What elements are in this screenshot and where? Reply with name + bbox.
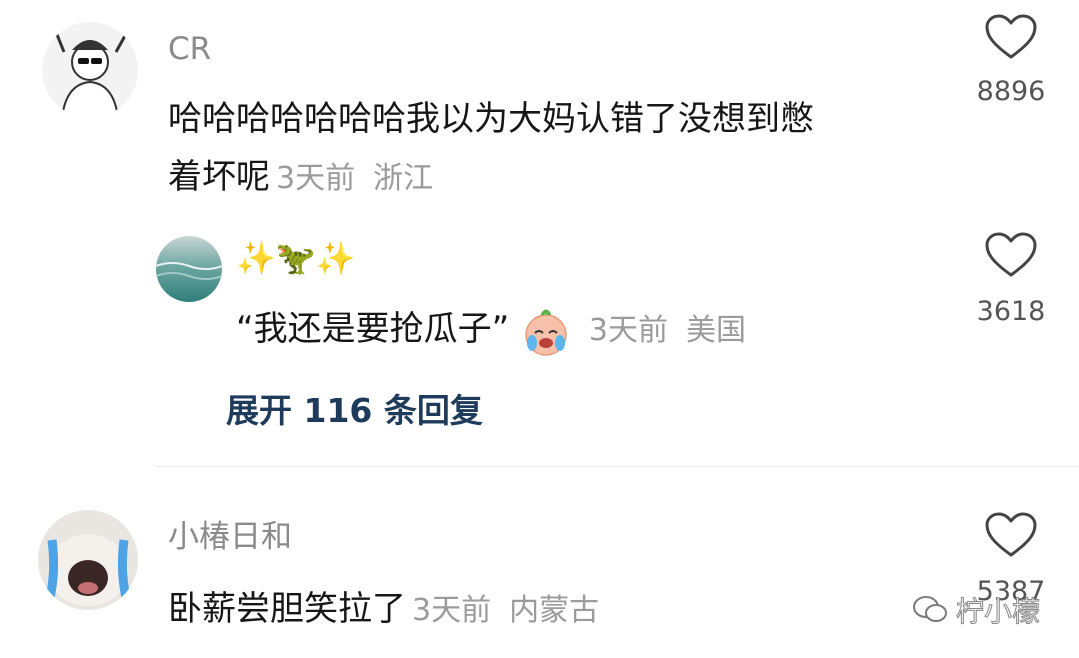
user-avatar[interactable] — [42, 22, 138, 118]
comment-item: CR 哈哈哈哈哈哈哈我以为大妈认错了没想到憋 着坏呢 3天前 浙江 8896 — [0, 0, 1079, 230]
heart-icon — [985, 14, 1037, 59]
reply-like-button[interactable]: 3618 — [966, 232, 1056, 332]
reply-username[interactable]: ✨🦖✨ — [236, 242, 356, 274]
reply-avatar[interactable] — [156, 236, 222, 302]
comment-text-row: 卧薪尝胆笑拉了 3天前 内蒙古 — [168, 580, 599, 640]
watermark: 柠小檬 — [912, 590, 1041, 630]
user-avatar[interactable] — [38, 510, 138, 610]
username[interactable]: 小椿日和 — [168, 522, 292, 553]
crying-face-emoji-icon — [520, 305, 572, 357]
wechat-icon — [912, 595, 948, 625]
watermark-text: 柠小檬 — [955, 595, 1041, 629]
like-button[interactable]: 8896 — [966, 14, 1056, 114]
reply-item: ✨🦖✨ “我还是要抢瓜子” 3天前 美国 3618 — [0, 230, 1079, 356]
like-count: 3618 — [976, 296, 1046, 327]
heart-icon — [985, 512, 1037, 557]
reply-location: 美国 — [685, 313, 746, 348]
comment-text: 哈哈哈哈哈哈哈我以为大妈认错了没想到憋 着坏呢 3天前 浙江 — [168, 90, 958, 208]
crying-cat-avatar-icon — [45, 534, 131, 606]
comment-item: 小椿日和 卧薪尝胆笑拉了 3天前 内蒙古 5387 — [0, 500, 1079, 658]
comment-text-line: 哈哈哈哈哈哈哈我以为大妈认错了没想到憋 — [168, 99, 814, 139]
reply-text-row: “我还是要抢瓜子” 3天前 美国 — [236, 300, 746, 360]
ocean-water-avatar-icon — [156, 262, 222, 280]
comment-text: 卧薪尝胆笑拉了 — [168, 589, 406, 629]
sketch-boy-sunglasses-avatar-icon — [54, 31, 128, 118]
reply-text: “我还是要抢瓜子” — [236, 309, 510, 349]
reply-time: 3天前 — [588, 313, 668, 348]
comment-text-line: 着坏呢 3天前 浙江 — [168, 148, 958, 208]
expand-replies-link[interactable]: 展开 116 条回复 — [226, 384, 483, 432]
comment-text-tail: 着坏呢 — [168, 157, 270, 197]
heart-icon — [985, 232, 1037, 277]
comment-location: 浙江 — [373, 161, 434, 196]
comment-location: 内蒙古 — [509, 593, 600, 628]
like-count: 8896 — [976, 76, 1046, 107]
username[interactable]: CR — [168, 34, 211, 65]
divider — [156, 466, 1079, 467]
comment-time: 3天前 — [276, 161, 356, 196]
comment-time: 3天前 — [412, 593, 492, 628]
